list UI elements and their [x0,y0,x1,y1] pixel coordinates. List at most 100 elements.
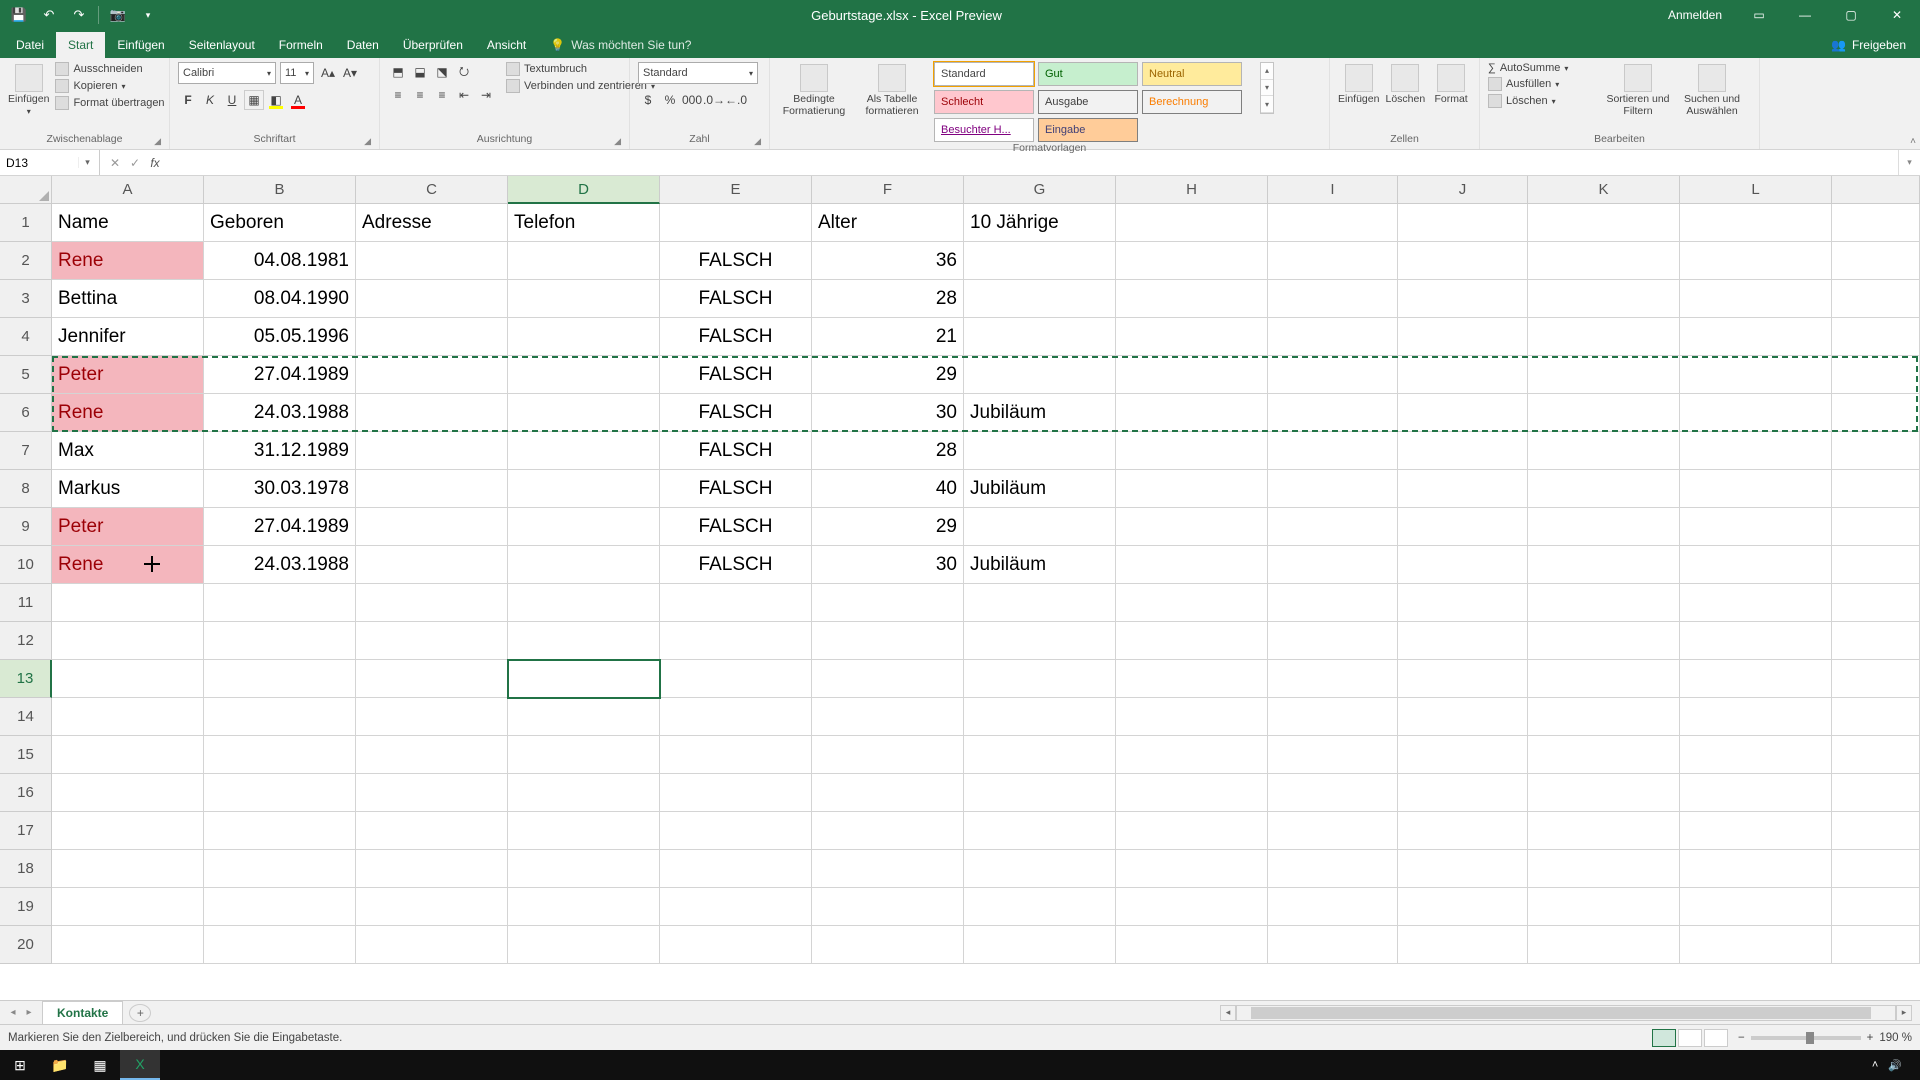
cell-A7[interactable]: Max [52,432,204,470]
cell-K8[interactable] [1528,470,1680,508]
row-header-19[interactable]: 19 [0,888,52,926]
cell-F8[interactable]: 40 [812,470,964,508]
cell-G10[interactable]: Jubiläum [964,546,1116,584]
row-header-8[interactable]: 8 [0,470,52,508]
cell-H15[interactable] [1116,736,1268,774]
cell-G8[interactable]: Jubiläum [964,470,1116,508]
cell-A8[interactable]: Markus [52,470,204,508]
cell-F6[interactable]: 30 [812,394,964,432]
cell-L5[interactable] [1680,356,1832,394]
cell-A16[interactable] [52,774,204,812]
cell-B8[interactable]: 30.03.1978 [204,470,356,508]
row-header-12[interactable]: 12 [0,622,52,660]
cell-D6[interactable] [508,394,660,432]
cell-E16[interactable] [660,774,812,812]
cell-G4[interactable] [964,318,1116,356]
cell-J12[interactable] [1398,622,1528,660]
cell-H1[interactable] [1116,204,1268,242]
cell-D7[interactable] [508,432,660,470]
styles-more-button[interactable]: ▴▾▾ [1260,62,1274,114]
cell-H18[interactable] [1116,850,1268,888]
tab-layout[interactable]: Seitenlayout [177,32,267,58]
cell-J6[interactable] [1398,394,1528,432]
cell-G12[interactable] [964,622,1116,660]
cell-A11[interactable] [52,584,204,622]
cell-A19[interactable] [52,888,204,926]
cell-H13[interactable] [1116,660,1268,698]
cell-G16[interactable] [964,774,1116,812]
zoom-slider[interactable] [1751,1036,1861,1040]
cell-F20[interactable] [812,926,964,964]
cell-A3[interactable]: Bettina [52,280,204,318]
cell-A9[interactable]: Peter [52,508,204,546]
cell-F5[interactable]: 29 [812,356,964,394]
cell-B6[interactable]: 24.03.1988 [204,394,356,432]
cell-I7[interactable] [1268,432,1398,470]
cell-E12[interactable] [660,622,812,660]
cell-A1[interactable]: Name [52,204,204,242]
start-button[interactable]: ⊞ [0,1050,40,1080]
sort-filter-button[interactable]: Sortieren und Filtern [1604,62,1672,117]
cell-K13[interactable] [1528,660,1680,698]
cell-C20[interactable] [356,926,508,964]
cell-I9[interactable] [1268,508,1398,546]
cell-J4[interactable] [1398,318,1528,356]
expand-formula-bar-icon[interactable]: ▾ [1898,150,1920,175]
cell-E7[interactable]: FALSCH [660,432,812,470]
cell-J20[interactable] [1398,926,1528,964]
cell-E11[interactable] [660,584,812,622]
cell-J15[interactable] [1398,736,1528,774]
cell-C11[interactable] [356,584,508,622]
cell-H4[interactable] [1116,318,1268,356]
align-center-button[interactable]: ≡ [410,85,430,105]
dialog-launcher-icon[interactable]: ◢ [614,136,621,147]
cell-K1[interactable] [1528,204,1680,242]
cell-J1[interactable] [1398,204,1528,242]
tab-view[interactable]: Ansicht [475,32,538,58]
cell-H3[interactable] [1116,280,1268,318]
cell-E18[interactable] [660,850,812,888]
row-header-9[interactable]: 9 [0,508,52,546]
cell-F10[interactable]: 30 [812,546,964,584]
tell-me[interactable]: 💡Was möchten Sie tun? [538,32,703,58]
cell-F4[interactable]: 21 [812,318,964,356]
cell-K20[interactable] [1528,926,1680,964]
cell-K16[interactable] [1528,774,1680,812]
tab-data[interactable]: Daten [335,32,391,58]
cell-K12[interactable] [1528,622,1680,660]
cell-K3[interactable] [1528,280,1680,318]
cell-B20[interactable] [204,926,356,964]
cell-A17[interactable] [52,812,204,850]
cell-F16[interactable] [812,774,964,812]
cell-D8[interactable] [508,470,660,508]
cell-J10[interactable] [1398,546,1528,584]
cell-K4[interactable] [1528,318,1680,356]
cell-C9[interactable] [356,508,508,546]
indent-inc-button[interactable]: ⇥ [476,85,496,105]
cell-A2[interactable]: Rene [52,242,204,280]
taskbar-excel-icon[interactable]: X [120,1050,160,1080]
row-header-13[interactable]: 13 [0,660,52,698]
cell-A13[interactable] [52,660,204,698]
cell-K15[interactable] [1528,736,1680,774]
zoom-level[interactable]: 190 % [1879,1032,1912,1044]
tab-review[interactable]: Überprüfen [391,32,475,58]
cell-H14[interactable] [1116,698,1268,736]
find-select-button[interactable]: Suchen und Auswählen [1678,62,1746,117]
close-icon[interactable]: ✕ [1874,0,1920,30]
cell-I8[interactable] [1268,470,1398,508]
cell-G6[interactable]: Jubiläum [964,394,1116,432]
cell-J16[interactable] [1398,774,1528,812]
cell-G3[interactable] [964,280,1116,318]
tray-chevron-icon[interactable]: ˄ [1872,1059,1878,1071]
add-sheet-button[interactable]: + [129,1004,151,1022]
cell-B12[interactable] [204,622,356,660]
thousands-button[interactable]: 000 [682,90,702,110]
cell-K18[interactable] [1528,850,1680,888]
cell-E5[interactable]: FALSCH [660,356,812,394]
cell-J11[interactable] [1398,584,1528,622]
hscroll-left-icon[interactable]: ◂ [1220,1005,1236,1021]
style-besucht[interactable]: Besuchter H... [934,118,1034,142]
cell-A6[interactable]: Rene [52,394,204,432]
shrink-font-button[interactable]: A▾ [340,63,360,83]
